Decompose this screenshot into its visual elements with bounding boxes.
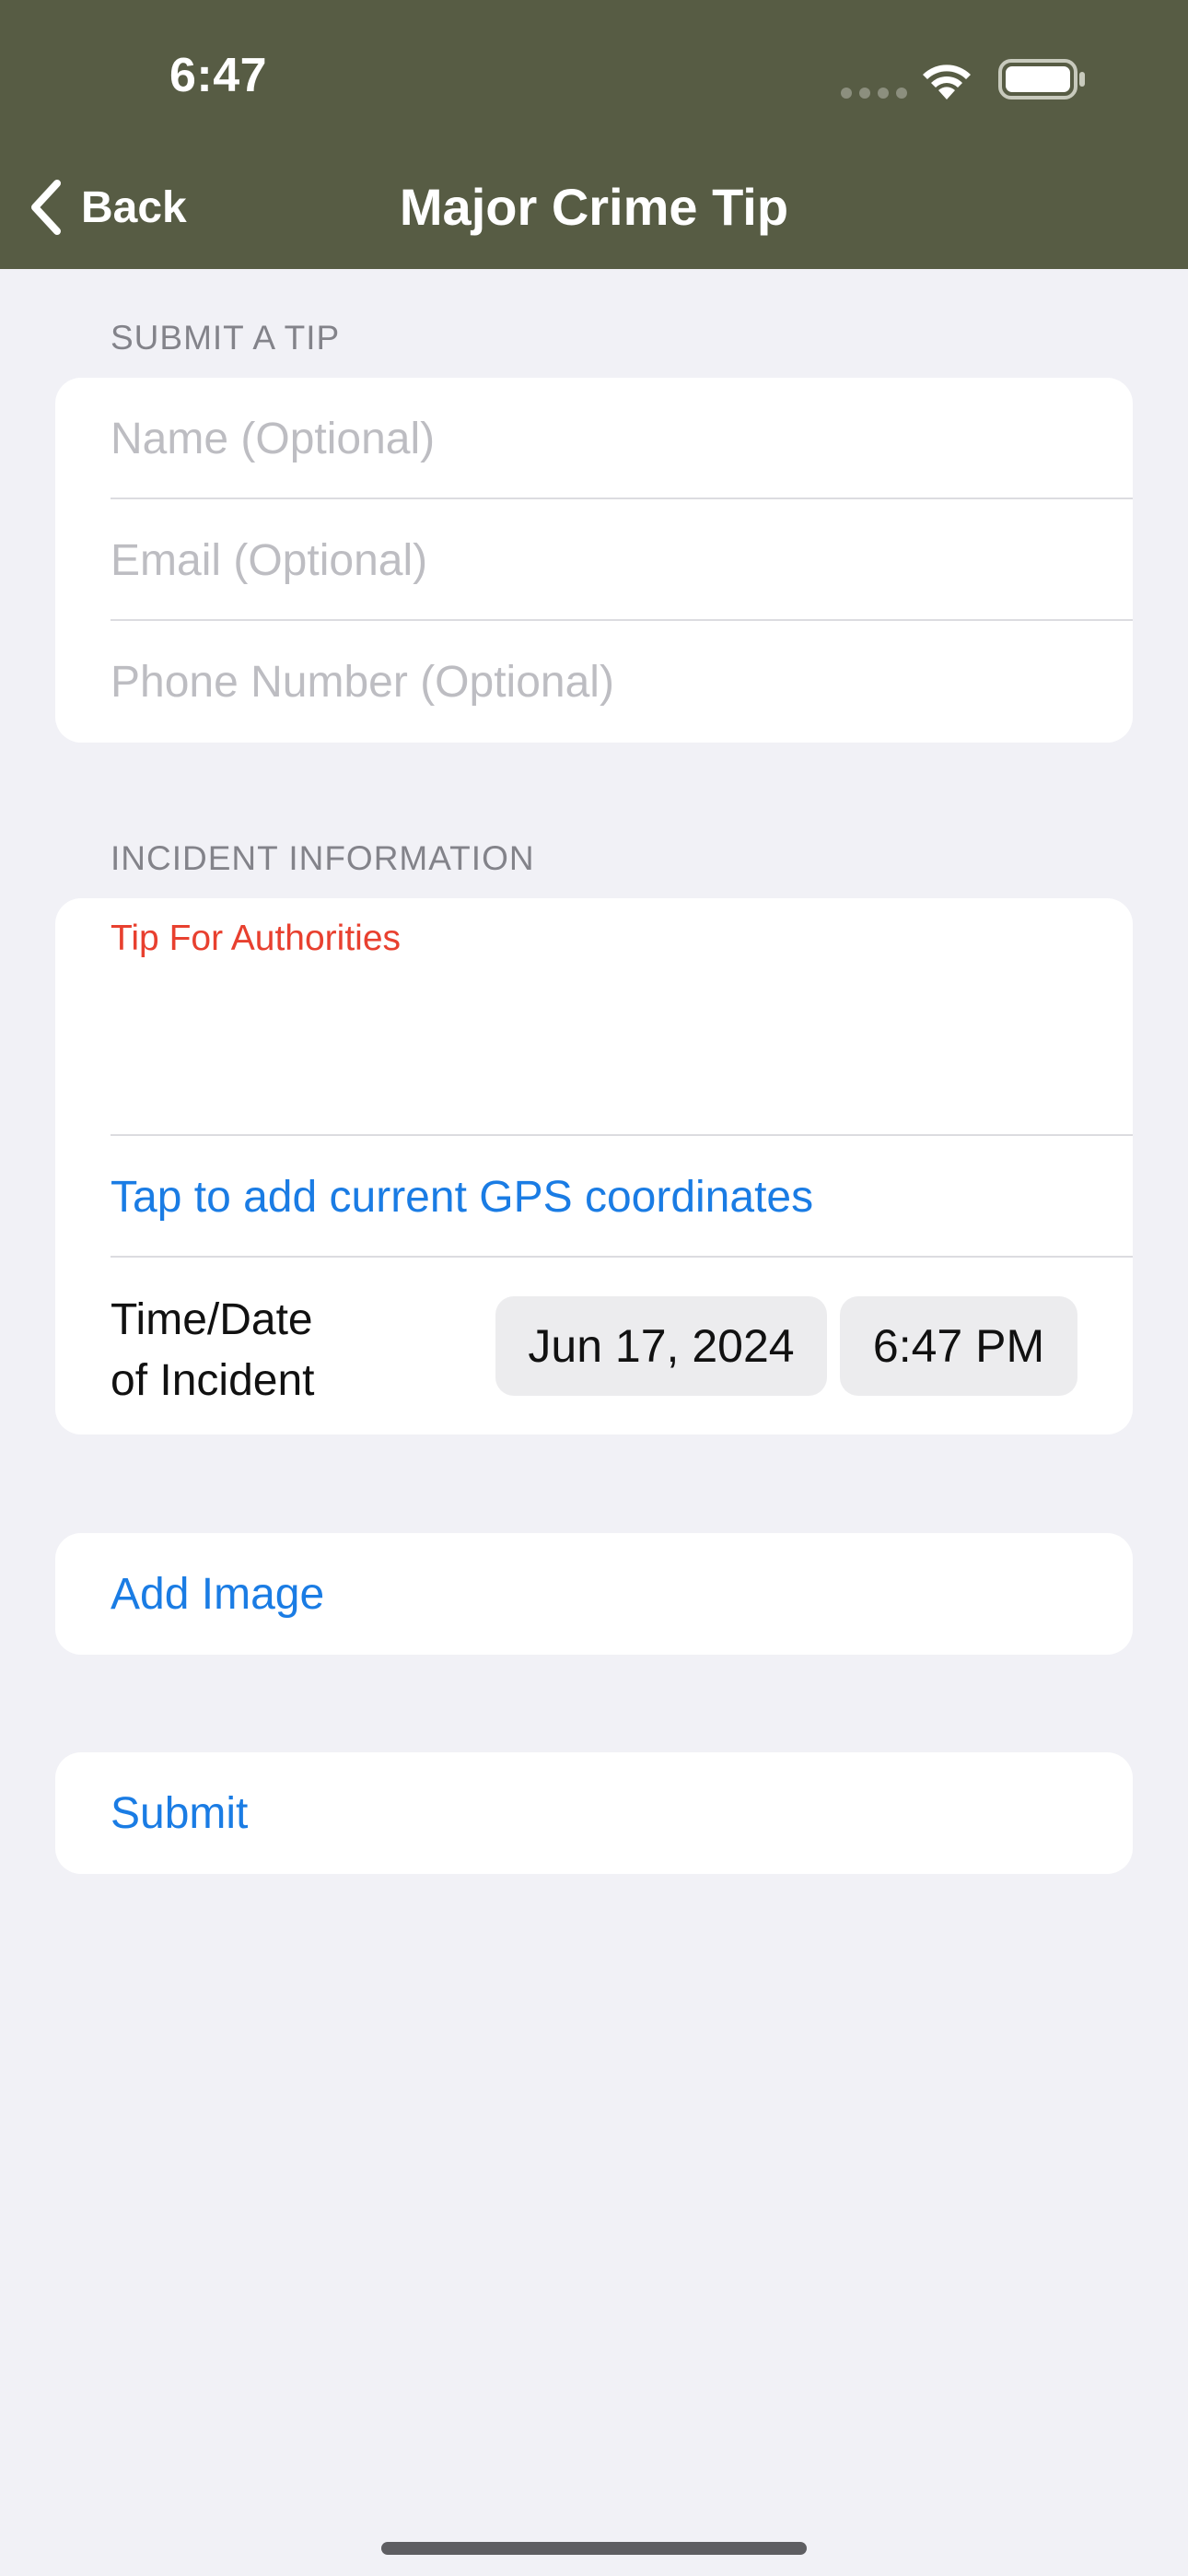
name-field[interactable]: Name (Optional)	[111, 378, 1133, 499]
navigation-bar: 6:47 Back Major Crime Tip	[0, 0, 1188, 269]
submit-button[interactable]: Submit	[111, 1752, 1133, 1874]
page-title: Major Crime Tip	[399, 178, 789, 236]
tip-label: Tip For Authorities	[111, 919, 402, 958]
submit-card: Submit	[55, 1752, 1133, 1874]
cellular-signal-icon	[841, 88, 907, 99]
status-time: 6:47	[169, 49, 268, 102]
email-field[interactable]: Email (Optional)	[111, 499, 1133, 621]
battery-icon	[998, 59, 1085, 100]
add-image-button[interactable]: Add Image	[111, 1533, 1133, 1655]
section-header-incident: INCIDENT INFORMATION	[111, 839, 535, 877]
date-picker[interactable]: Jun 17, 2024	[495, 1296, 827, 1396]
wifi-icon	[923, 64, 971, 100]
time-date-label-line1: Time/Date	[111, 1295, 313, 1344]
add-image-card: Add Image	[55, 1533, 1133, 1655]
tip-textarea[interactable]: Tip For Authorities	[55, 898, 1133, 1134]
incident-card: Tip For Authorities Tap to add current G…	[55, 898, 1133, 1434]
divider	[111, 1256, 1133, 1258]
time-date-label: Time/Date of Incident	[111, 1290, 314, 1411]
time-date-label-line2: of Incident	[111, 1356, 315, 1405]
gps-coordinates-button[interactable]: Tap to add current GPS coordinates	[111, 1136, 1133, 1258]
section-header-submit: SUBMIT A TIP	[111, 319, 341, 357]
phone-field[interactable]: Phone Number (Optional)	[111, 621, 1133, 743]
time-picker[interactable]: 6:47 PM	[840, 1296, 1077, 1396]
contact-card: Name (Optional) Email (Optional) Phone N…	[55, 378, 1133, 743]
home-indicator[interactable]	[381, 2542, 807, 2555]
